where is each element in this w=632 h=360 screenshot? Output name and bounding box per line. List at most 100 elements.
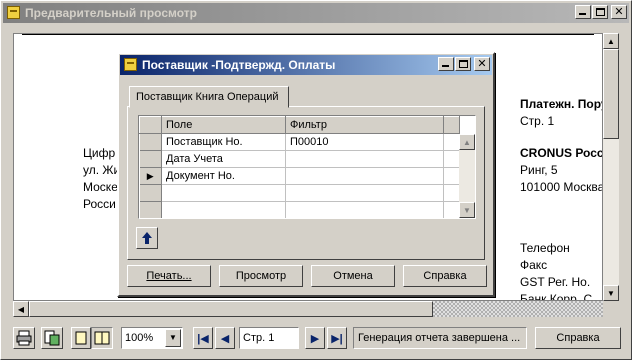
- previous-page-button[interactable]: ◀: [215, 327, 235, 349]
- dialog-maximize-button[interactable]: [455, 57, 471, 71]
- tab-vendor-ledger[interactable]: Поставщик Книга Операций: [129, 86, 289, 108]
- dialog-title: Поставщик -Подтвержд. Оплаты: [142, 58, 336, 72]
- tab-panel: Поле Фильтр Поставщик Но. П00010 Дата Уч…: [127, 106, 485, 260]
- zoom-select[interactable]: 100% ▼: [121, 327, 183, 349]
- print-button-label: Печать...: [146, 270, 192, 282]
- maximize-icon: [459, 60, 468, 68]
- request-dialog: Поставщик -Подтвержд. Оплаты ✕ Поставщик…: [117, 52, 495, 297]
- previous-page-icon: ◀: [220, 332, 230, 345]
- print-button[interactable]: Печать...: [127, 265, 211, 287]
- print-toolbar-button[interactable]: [13, 327, 35, 349]
- zoom-value: 100%: [125, 332, 154, 344]
- column-header-field[interactable]: Поле: [161, 116, 286, 134]
- minimize-icon: [442, 65, 449, 67]
- arrow-up-icon: [142, 232, 152, 244]
- row-selector[interactable]: [139, 133, 162, 151]
- scroll-left-button[interactable]: ◀: [13, 301, 29, 317]
- filter-cell[interactable]: [285, 167, 444, 185]
- filter-grid[interactable]: Поле Фильтр Поставщик Но. П00010 Дата Уч…: [138, 115, 476, 219]
- preview-button-label: Просмотр: [235, 270, 287, 282]
- report-line-left-3: Моске: [83, 180, 118, 194]
- contact-label-gst: GST Рег. Но.: [520, 275, 591, 289]
- field-cell[interactable]: Документ Но.: [161, 167, 286, 185]
- two-page-button[interactable]: [91, 327, 113, 349]
- field-cell[interactable]: [161, 201, 286, 218]
- move-up-button[interactable]: [136, 227, 158, 249]
- filter-cell[interactable]: [285, 201, 444, 218]
- table-row[interactable]: [139, 184, 460, 202]
- row-selector[interactable]: [139, 201, 162, 218]
- maximize-button[interactable]: [592, 5, 608, 19]
- export-toolbar-button[interactable]: [41, 327, 63, 349]
- table-row[interactable]: ▶ Документ Но.: [139, 167, 460, 185]
- report-line-left-1: Цифр: [83, 146, 116, 160]
- spacer-cell: [443, 133, 460, 151]
- contact-label-bank: Банк Корр. С: [520, 292, 593, 301]
- grid-scrollbar[interactable]: ▲ ▼: [459, 134, 475, 218]
- next-page-icon: ▶: [310, 332, 320, 345]
- grid-scroll-down-button[interactable]: ▼: [459, 202, 475, 218]
- cancel-button[interactable]: Отмена: [311, 265, 395, 287]
- filter-cell[interactable]: П00010: [285, 133, 444, 151]
- company-address-2: 101000 Москва: [520, 180, 603, 194]
- arrow-up-icon: ▲: [607, 36, 615, 46]
- vertical-scroll-thumb[interactable]: [603, 49, 619, 139]
- close-icon: ✕: [477, 57, 487, 70]
- preview-window: Предварительный просмотр ✕ Цифр ул. Жи М…: [0, 0, 632, 360]
- arrow-down-icon: ▼: [607, 288, 615, 298]
- table-row[interactable]: Дата Учета: [139, 150, 460, 168]
- minimize-icon: [579, 13, 586, 15]
- status-bar: Генерация отчета завершена ...: [353, 327, 527, 349]
- grid-scroll-up-button[interactable]: ▲: [459, 134, 475, 150]
- preview-title: Предварительный просмотр: [25, 6, 197, 20]
- horizontal-scroll-thumb[interactable]: [29, 301, 433, 317]
- field-cell[interactable]: [161, 184, 286, 202]
- filter-cell[interactable]: [285, 150, 444, 168]
- page-line: Стр. 1: [520, 114, 555, 128]
- tab-label: Поставщик Книга Операций: [136, 91, 279, 103]
- field-cell[interactable]: Дата Учета: [161, 150, 286, 168]
- arrow-down-icon: ▼: [463, 205, 471, 215]
- row-selector-current[interactable]: ▶: [139, 167, 162, 185]
- preview-toolbar: 100% ▼ |◀ ◀ Стр. 1 ▶ ▶| Генерация отчета…: [1, 321, 632, 359]
- report-icon: [7, 6, 20, 19]
- table-row[interactable]: [139, 201, 460, 218]
- page-number-field[interactable]: Стр. 1: [239, 327, 299, 349]
- minimize-button[interactable]: [575, 5, 591, 19]
- filter-cell[interactable]: [285, 184, 444, 202]
- grid-corner: [139, 116, 162, 134]
- scroll-down-button[interactable]: ▼: [603, 285, 619, 301]
- single-page-button[interactable]: [71, 327, 91, 349]
- row-selector[interactable]: [139, 184, 162, 202]
- dialog-minimize-button[interactable]: [438, 57, 454, 71]
- last-page-icon: ▶|: [331, 332, 343, 345]
- column-header-filter[interactable]: Фильтр: [285, 116, 444, 134]
- row-selector[interactable]: [139, 150, 162, 168]
- close-icon: ✕: [614, 5, 624, 18]
- printer-icon: [16, 330, 32, 346]
- next-page-button[interactable]: ▶: [305, 327, 325, 349]
- scroll-track-pattern: [433, 301, 603, 317]
- help-toolbar-button[interactable]: Справка: [535, 327, 621, 349]
- page-number-value: Стр. 1: [243, 332, 275, 344]
- first-page-icon: |◀: [197, 332, 209, 345]
- help-button[interactable]: Справка: [403, 265, 487, 287]
- preview-title-bar[interactable]: Предварительный просмотр ✕: [3, 3, 629, 23]
- contact-label-phone: Телефон: [520, 241, 570, 255]
- company-address-1: Ринг, 5: [520, 163, 558, 177]
- two-page-icon: [94, 331, 110, 345]
- last-page-button[interactable]: ▶|: [327, 327, 347, 349]
- zoom-dropdown-button[interactable]: ▼: [165, 329, 181, 347]
- field-cell[interactable]: Поставщик Но.: [161, 133, 286, 151]
- spacer-cell: [443, 201, 460, 218]
- vertical-scrollbar[interactable]: ▲ ▼: [603, 33, 619, 301]
- close-button[interactable]: ✕: [611, 5, 627, 19]
- preview-button[interactable]: Просмотр: [219, 265, 303, 287]
- scroll-up-button[interactable]: ▲: [603, 33, 619, 49]
- report-line-left-4: Росси: [83, 197, 116, 211]
- dialog-close-button[interactable]: ✕: [474, 57, 490, 71]
- table-row[interactable]: Поставщик Но. П00010: [139, 133, 460, 151]
- spacer-cell: [443, 150, 460, 168]
- dialog-title-bar[interactable]: Поставщик -Подтвержд. Оплаты ✕: [120, 55, 492, 75]
- first-page-button[interactable]: |◀: [193, 327, 213, 349]
